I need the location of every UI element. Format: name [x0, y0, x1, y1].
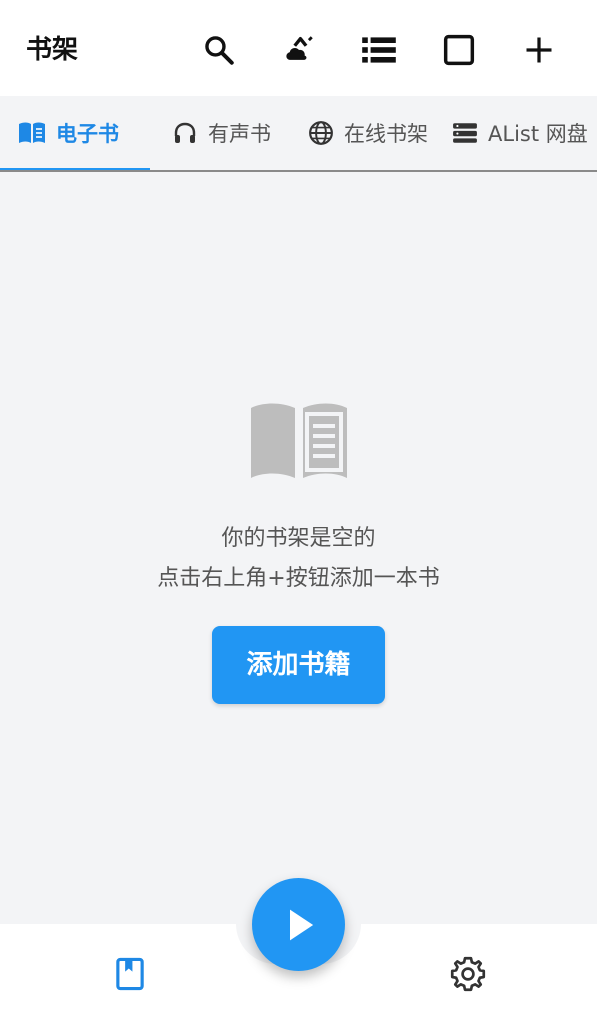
book-open-icon [18, 122, 46, 144]
list-view-icon [362, 37, 396, 63]
tab-online-shelf[interactable]: 在线书架 [308, 96, 428, 170]
tab-label: AList 网盘 [488, 122, 588, 146]
play-icon [289, 909, 313, 940]
search-icon [205, 36, 234, 65]
tab-indicator [0, 168, 150, 170]
empty-state: 你的书架是空的 点击右上角+按钮添加一本书 添加书籍 [0, 400, 597, 704]
settings-icon [450, 956, 486, 992]
add-icon [526, 37, 552, 63]
nav-settings[interactable] [448, 954, 488, 994]
empty-title: 你的书架是空的 [221, 526, 376, 551]
cloud-sync-icon [286, 36, 313, 60]
list-view-button[interactable] [339, 26, 419, 74]
select-square-icon [443, 34, 475, 66]
play-fab[interactable] [252, 878, 345, 971]
globe-icon [308, 120, 334, 146]
open-book-icon [249, 400, 349, 480]
search-button[interactable] [179, 26, 259, 74]
screen: 书架 电子书 有声书 在线书架 AList 网盘 你的书架是空的 点击右上角+按… [0, 0, 597, 1024]
server-icon [452, 122, 478, 144]
nav-bookshelf[interactable] [110, 954, 150, 994]
tab-alist-drive[interactable]: AList 网盘 [452, 96, 588, 170]
page-title: 书架 [26, 35, 79, 65]
tab-label: 在线书架 [344, 122, 428, 146]
add-button[interactable] [499, 26, 579, 74]
appbar-actions [179, 26, 579, 74]
tab-ebooks[interactable]: 电子书 [18, 96, 119, 170]
empty-hint: 点击右上角+按钮添加一本书 [157, 566, 440, 591]
headphones-icon [172, 121, 198, 145]
tab-label: 电子书 [56, 122, 119, 146]
app-bar: 书架 [0, 0, 597, 96]
tab-label: 有声书 [208, 122, 271, 146]
tab-bar: 电子书 有声书 在线书架 AList 网盘 [0, 96, 597, 172]
bookshelf-icon [116, 957, 144, 991]
cloud-sync-button[interactable] [259, 26, 339, 74]
select-button[interactable] [419, 26, 499, 74]
add-books-button[interactable]: 添加书籍 [212, 626, 385, 704]
tab-audiobooks[interactable]: 有声书 [172, 96, 271, 170]
